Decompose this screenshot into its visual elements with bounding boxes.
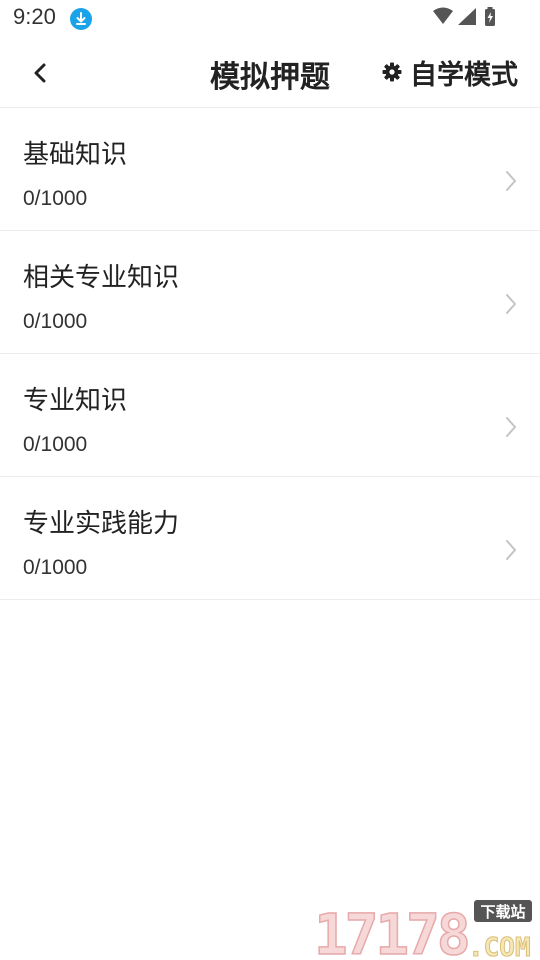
chevron-right-icon bbox=[506, 540, 516, 560]
chevron-right-icon bbox=[506, 294, 516, 314]
list-item-basic-knowledge[interactable]: 基础知识 0/1000 bbox=[0, 108, 540, 231]
back-button[interactable] bbox=[22, 54, 60, 92]
status-icons bbox=[432, 6, 502, 30]
download-icon bbox=[70, 8, 92, 30]
status-bar: 9:20 bbox=[0, 0, 540, 38]
item-progress: 0/1000 bbox=[23, 187, 88, 210]
list-item-professional-knowledge[interactable]: 专业知识 0/1000 bbox=[0, 354, 540, 477]
chevron-right-icon bbox=[506, 417, 516, 437]
nav-bar: 模拟押题 自学模式 bbox=[0, 38, 540, 108]
item-progress: 0/1000 bbox=[23, 433, 88, 456]
watermark-logo: 17178 下载站 .COM bbox=[313, 900, 532, 960]
chevron-left-icon bbox=[34, 63, 46, 83]
svg-text:17178: 17178 bbox=[314, 903, 468, 960]
exam-category-list: 基础知识 0/1000 相关专业知识 0/1000 专业知识 0/1000 专业… bbox=[0, 108, 540, 600]
item-progress: 0/1000 bbox=[23, 556, 88, 579]
mode-label: 自学模式 bbox=[410, 59, 518, 91]
item-title: 基础知识 bbox=[23, 140, 128, 170]
wifi-icon bbox=[433, 7, 453, 24]
svg-text:下载站: 下载站 bbox=[480, 903, 525, 921]
status-time: 9:20 bbox=[13, 4, 56, 29]
gear-icon bbox=[382, 62, 402, 82]
svg-text:.COM: .COM bbox=[468, 933, 531, 960]
signal-icon bbox=[458, 8, 476, 25]
list-item-related-professional-knowledge[interactable]: 相关专业知识 0/1000 bbox=[0, 231, 540, 354]
item-title: 专业实践能力 bbox=[23, 509, 180, 539]
item-progress: 0/1000 bbox=[23, 310, 88, 333]
item-title: 专业知识 bbox=[23, 386, 128, 416]
chevron-right-icon bbox=[506, 171, 516, 191]
item-title: 相关专业知识 bbox=[23, 263, 180, 293]
list-item-professional-practice[interactable]: 专业实践能力 0/1000 bbox=[0, 477, 540, 600]
battery-charging-icon bbox=[485, 7, 495, 26]
self-study-mode-button[interactable]: 自学模式 bbox=[382, 52, 518, 92]
